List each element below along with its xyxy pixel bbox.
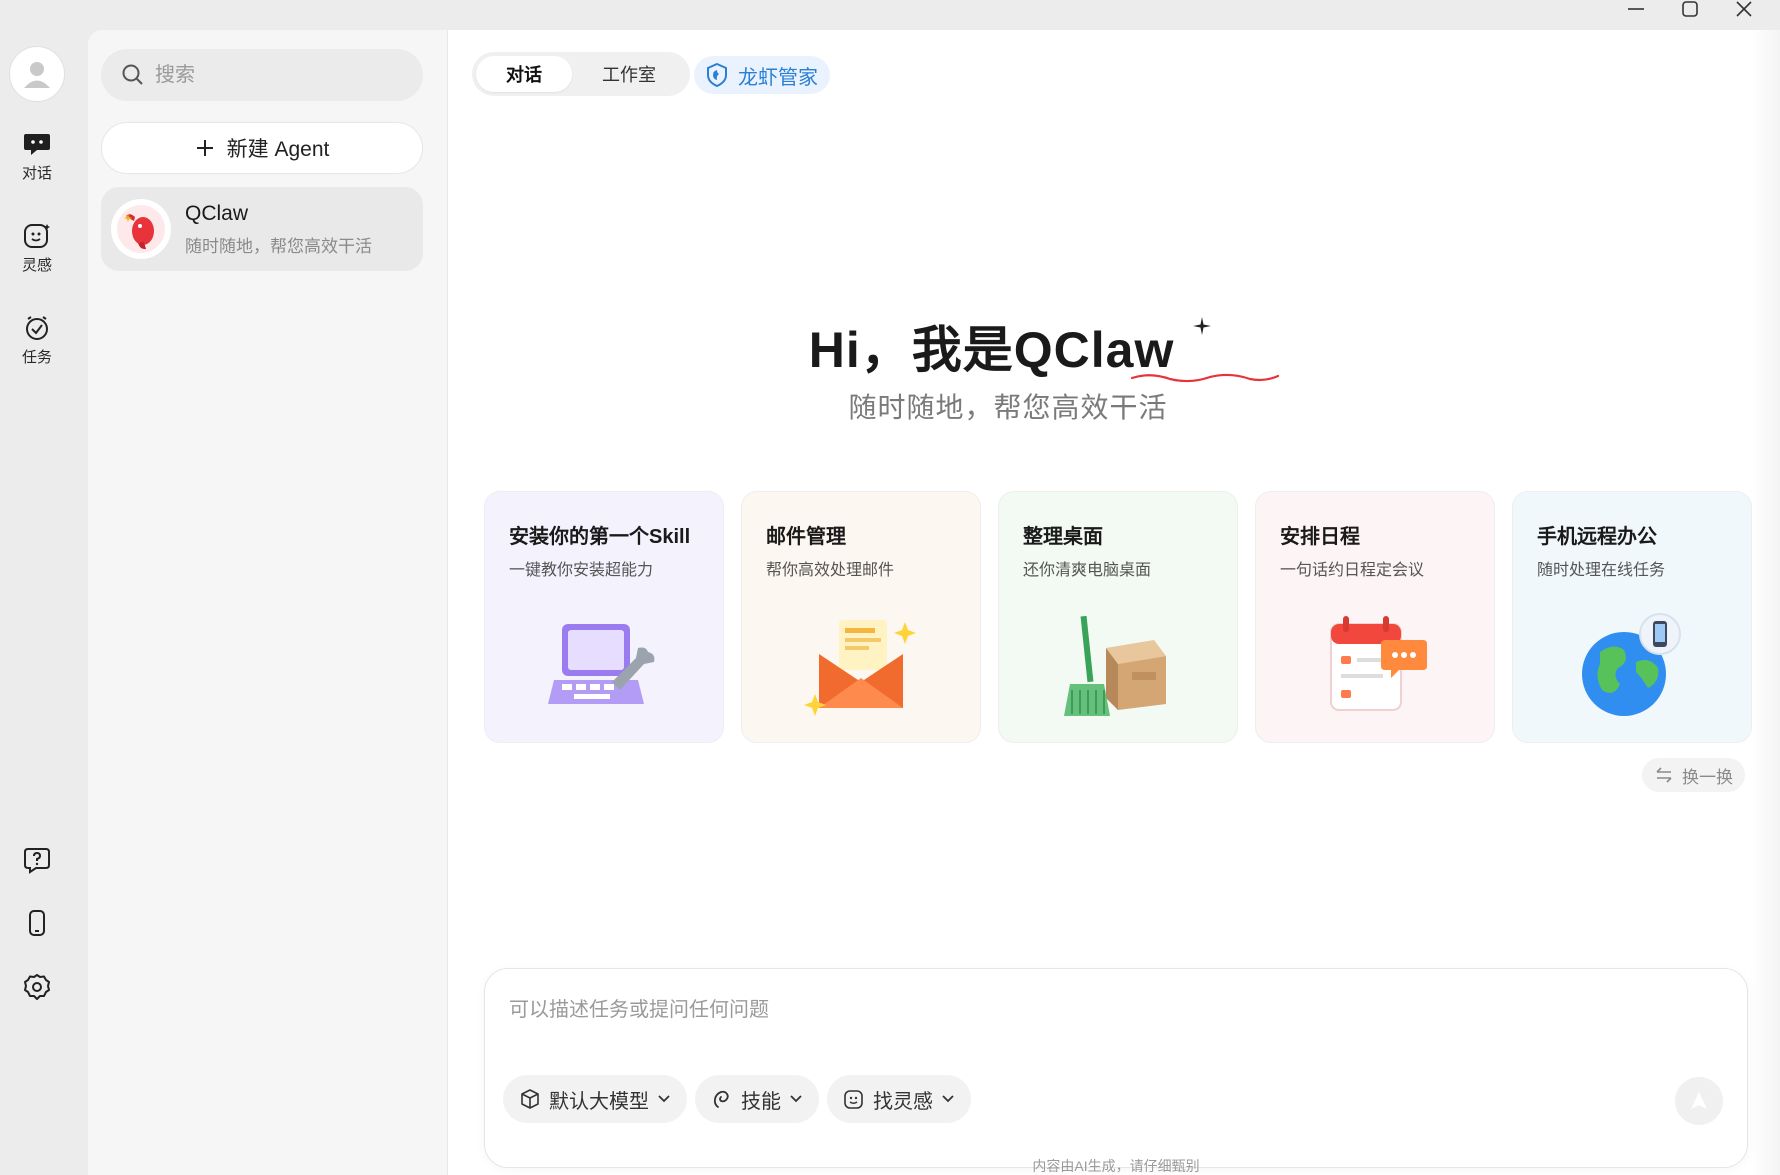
agent-avatar: [111, 199, 171, 259]
send-button[interactable]: [1675, 1077, 1723, 1125]
agent-list-item[interactable]: QClaw 随时随地，帮您高效干活: [101, 187, 423, 271]
mode-tabs: 对话 工作室: [472, 52, 690, 96]
qclaw-logo-icon: [117, 205, 165, 253]
maximize-icon: [1682, 1, 1698, 17]
model-select-label: 默认大模型: [549, 1090, 649, 1113]
title-underline-decoration: [1130, 373, 1280, 383]
card-title: 手机远程办公: [1537, 526, 1657, 548]
calendar-icon: [1330, 616, 1427, 711]
nav-rail: 对话 灵感 任务: [0, 30, 88, 1175]
rail-item-chat[interactable]: 对话: [0, 130, 74, 183]
chevron-down-icon: [790, 1095, 802, 1103]
settings-icon: [24, 974, 50, 1000]
search-box[interactable]: [101, 49, 423, 101]
sparkle-icon: [1193, 317, 1212, 335]
agent-sidebar: 新建 Agent QClaw 随时随地，帮您高效干活: [88, 30, 448, 1175]
agent-description: 随时随地，帮您高效干活: [185, 236, 372, 256]
phone-button[interactable]: [0, 908, 74, 938]
card-desc: 一键教你安装超能力: [509, 562, 654, 579]
plus-icon: [196, 140, 213, 156]
card-desc: 还你清爽电脑桌面: [1023, 562, 1152, 579]
swap-icon: [1656, 767, 1672, 783]
message-input[interactable]: [509, 993, 1709, 1053]
skill-icon: [713, 1090, 729, 1108]
laptop-wrench-icon: [548, 624, 655, 704]
rail-item-label: 灵感: [21, 257, 52, 274]
tab-chat[interactable]: 对话: [476, 56, 572, 92]
chevron-down-icon: [942, 1095, 954, 1103]
close-button[interactable]: [1734, 0, 1754, 18]
help-icon: [24, 848, 50, 874]
suggestion-card-remote[interactable]: 手机远程办公 随时处理在线任务: [1512, 491, 1752, 743]
phone-icon: [29, 910, 45, 936]
suggestion-card-desktop[interactable]: 整理桌面 还你清爽电脑桌面: [998, 491, 1238, 743]
search-input[interactable]: [155, 63, 395, 87]
inspiration-icon: [844, 1090, 863, 1109]
user-icon: [24, 62, 50, 88]
agent-name: QClaw: [185, 201, 249, 225]
main-panel: 对话 工作室 龙虾管家 Hi，我是QClaw 随时随地，帮您高效干活 安装你的第…: [448, 30, 1780, 1175]
suggestion-card-email[interactable]: 邮件管理 帮你高效处理邮件: [741, 491, 981, 743]
butler-label: 龙虾管家: [738, 66, 818, 89]
rail-item-task[interactable]: 任务: [0, 314, 74, 367]
hero-title: Hi，我是QClaw: [448, 310, 1568, 382]
butler-button[interactable]: 龙虾管家: [694, 56, 830, 94]
ai-disclaimer: 内容由AI生成，请仔细甄别: [1032, 1158, 1200, 1174]
card-title: 安装你的第一个Skill: [509, 526, 691, 548]
user-avatar[interactable]: [9, 46, 65, 102]
card-title: 邮件管理: [766, 526, 846, 548]
suggestion-cards: 安装你的第一个Skill 一键教你安装超能力 邮件管理 帮你高效处理邮件 整理桌…: [484, 491, 1752, 743]
new-agent-button[interactable]: 新建 Agent: [101, 122, 423, 174]
skill-select-label: 技能: [741, 1090, 781, 1113]
title-bar: [0, 0, 1780, 30]
help-button[interactable]: [0, 845, 74, 875]
minimize-icon: [1628, 8, 1644, 10]
card-desc: 帮你高效处理邮件: [766, 562, 895, 579]
suggestion-card-skill[interactable]: 安装你的第一个Skill 一键教你安装超能力: [484, 491, 724, 743]
card-desc: 随时处理在线任务: [1537, 562, 1666, 579]
card-title: 安排日程: [1280, 526, 1360, 548]
chat-icon: [24, 134, 50, 155]
inspiration-icon: [24, 224, 50, 248]
suggestion-card-schedule[interactable]: 安排日程 一句话约日程定会议: [1255, 491, 1495, 743]
chevron-down-icon: [658, 1095, 670, 1103]
inspiration-select[interactable]: 找灵感: [827, 1075, 971, 1123]
window-controls: [1626, 0, 1754, 18]
cube-icon: [521, 1089, 539, 1109]
settings-button[interactable]: [0, 972, 74, 1002]
task-icon: [26, 316, 48, 340]
envelope-icon: [804, 620, 916, 716]
tab-studio[interactable]: 工作室: [572, 56, 686, 92]
globe-phone-icon: [1582, 613, 1681, 716]
card-desc: 一句话约日程定会议: [1280, 562, 1425, 579]
inspiration-select-label: 找灵感: [873, 1090, 933, 1113]
refresh-label: 换一换: [1682, 767, 1733, 787]
rail-item-label: 对话: [21, 165, 52, 182]
hero-title-text: Hi，我是QClaw: [808, 322, 1175, 378]
rail-item-label: 任务: [21, 349, 52, 366]
minimize-button[interactable]: [1626, 0, 1646, 18]
hero-subtitle: 随时随地，帮您高效干活: [848, 392, 1168, 423]
card-title: 整理桌面: [1023, 526, 1103, 548]
edge-fade: [1750, 30, 1780, 1175]
skill-select[interactable]: 技能: [695, 1075, 819, 1123]
shield-icon: [707, 62, 727, 88]
search-icon: [122, 64, 143, 85]
rail-item-inspiration[interactable]: 灵感: [0, 222, 74, 275]
model-select[interactable]: 默认大模型: [503, 1075, 687, 1123]
refresh-button[interactable]: 换一换: [1642, 758, 1745, 792]
send-arrow-icon: [1691, 1092, 1707, 1109]
new-agent-label: 新建 Agent: [226, 138, 330, 161]
broom-box-icon: [1064, 615, 1166, 716]
close-icon: [1736, 1, 1752, 17]
message-composer: 默认大模型 技能 找灵感: [484, 968, 1748, 1168]
composer-options: 默认大模型 技能 找灵感: [503, 1075, 971, 1123]
maximize-button[interactable]: [1680, 0, 1700, 18]
